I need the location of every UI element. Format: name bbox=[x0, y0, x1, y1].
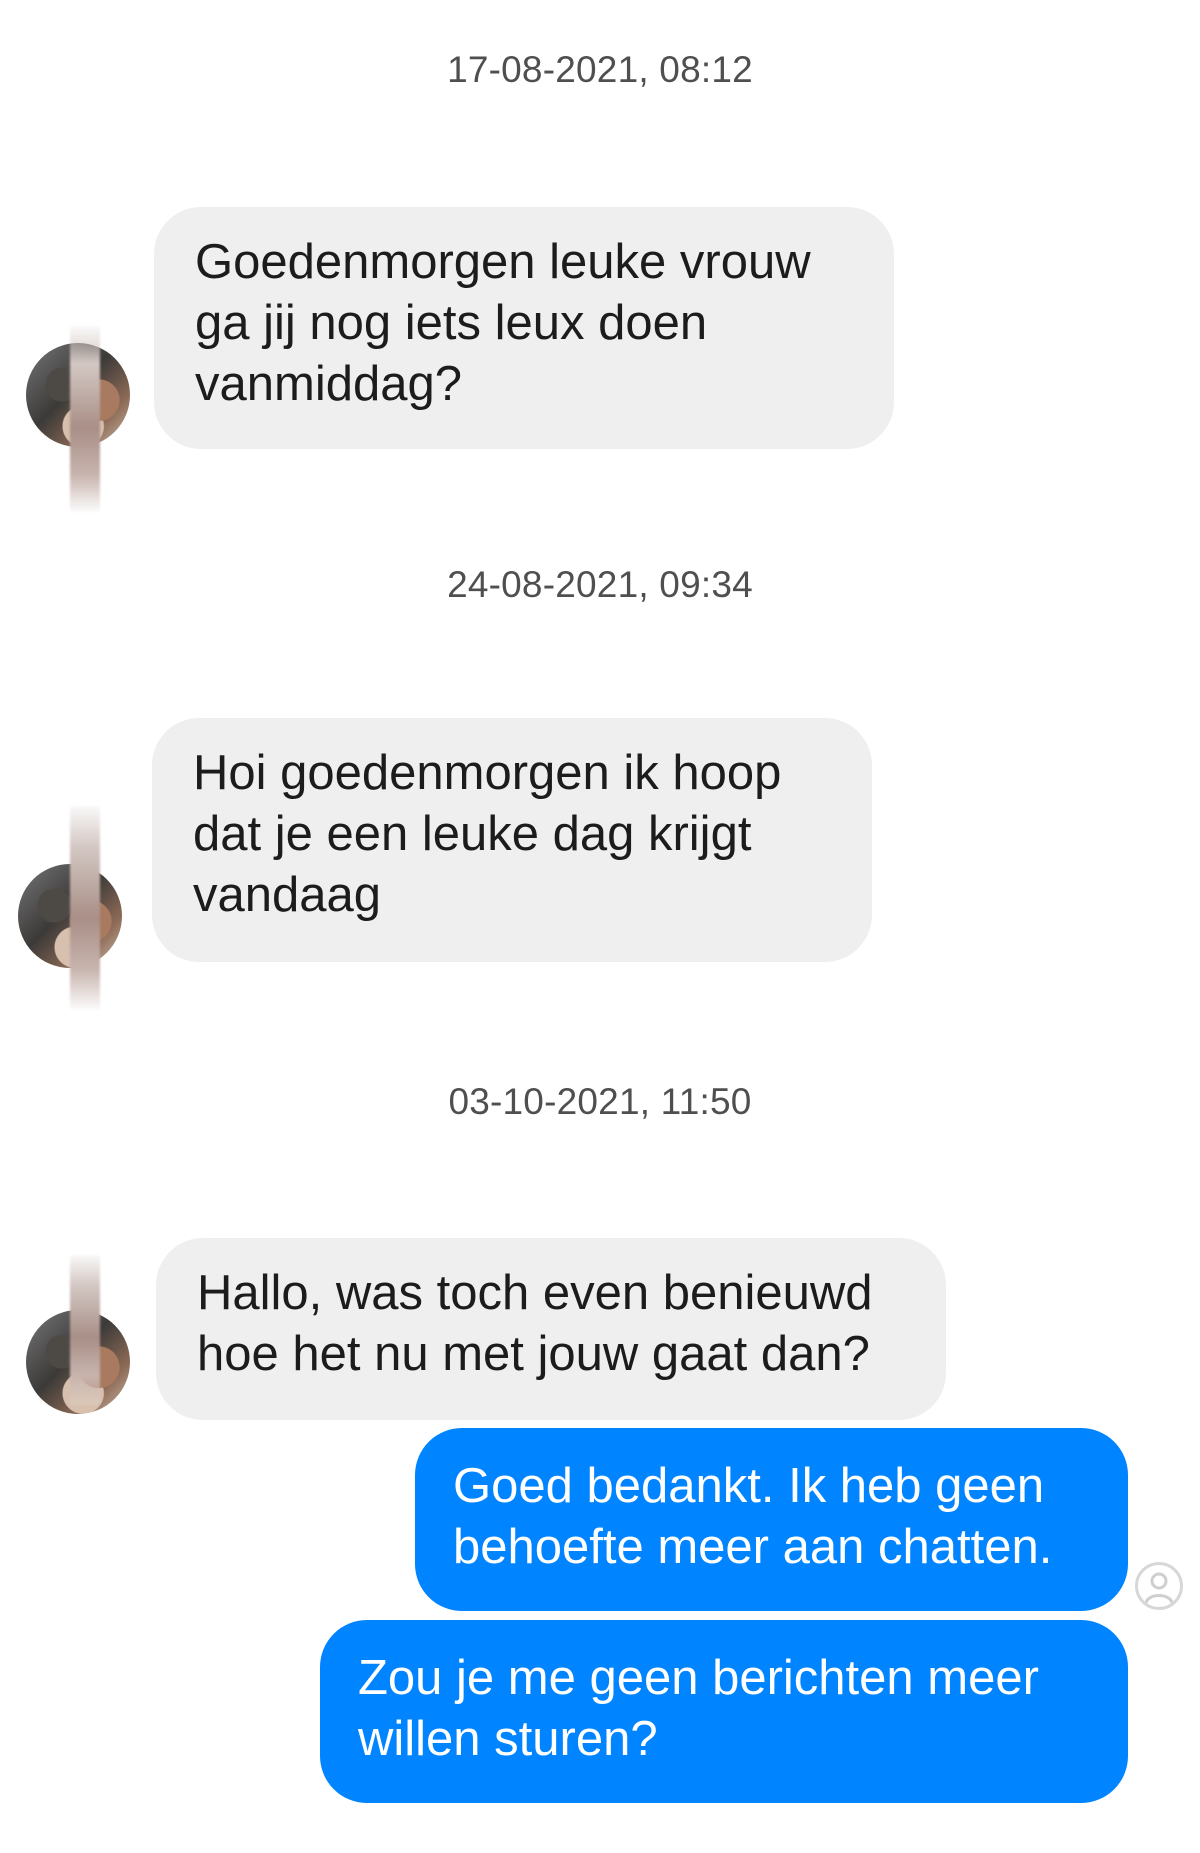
message-line: dat je een leuke dag krijgt bbox=[193, 807, 752, 861]
incoming-message[interactable]: Hallo, was toch even benieuwd hoe het nu… bbox=[156, 1238, 946, 1420]
incoming-message[interactable]: Hoi goedenmorgen ik hoop dat je een leuk… bbox=[152, 718, 872, 962]
message-line: willen sturen? bbox=[358, 1712, 658, 1766]
timestamp: 24-08-2021, 09:34 bbox=[447, 564, 753, 605]
seen-avatar-icon bbox=[1135, 1562, 1183, 1610]
message-line: behoefte meer aan chatten. bbox=[453, 1520, 1053, 1574]
message-line: Hoi goedenmorgen ik hoop bbox=[193, 746, 782, 800]
message-line: Goed bedankt. Ik heb geen bbox=[453, 1459, 1045, 1513]
message-line: Zou je me geen berichten meer bbox=[358, 1651, 1039, 1705]
blur-overlay bbox=[70, 1255, 100, 1405]
timestamp: 17-08-2021, 08:12 bbox=[447, 49, 753, 90]
outgoing-message[interactable]: Goed bedankt. Ik heb geen behoefte meer … bbox=[415, 1428, 1128, 1611]
message-line: vandaag bbox=[193, 868, 382, 922]
timestamp: 03-10-2021, 11:50 bbox=[448, 1081, 752, 1122]
blur-overlay bbox=[70, 806, 100, 1010]
incoming-message[interactable]: Goedenmorgen leuke vrouw ga jij nog iets… bbox=[154, 207, 894, 449]
outgoing-message[interactable]: Zou je me geen berichten meer willen stu… bbox=[320, 1620, 1128, 1803]
blur-overlay bbox=[70, 326, 100, 512]
message-line: vanmiddag? bbox=[195, 357, 462, 411]
message-line: Goedenmorgen leuke vrouw bbox=[195, 235, 811, 289]
message-line: Hallo, was toch even benieuwd bbox=[197, 1266, 873, 1320]
message-line: ga jij nog iets leux doen bbox=[195, 296, 708, 350]
message-line: hoe het nu met jouw gaat dan? bbox=[197, 1327, 870, 1381]
